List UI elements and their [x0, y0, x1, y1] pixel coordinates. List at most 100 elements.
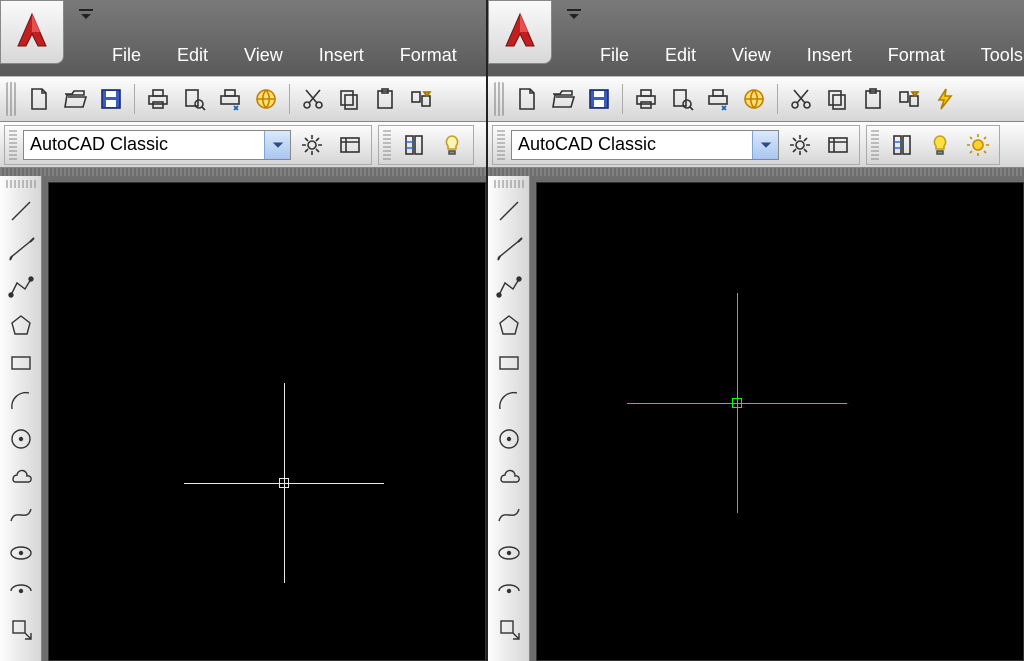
- print-button[interactable]: [141, 82, 175, 116]
- workspace-settings-button[interactable]: [295, 128, 329, 162]
- menu-edit[interactable]: Edit: [159, 39, 226, 72]
- cut-button[interactable]: [784, 82, 818, 116]
- line-tool[interactable]: [2, 192, 40, 230]
- workspace-dropdown-button[interactable]: [752, 131, 778, 159]
- polyline-tool[interactable]: [490, 268, 528, 306]
- publish-button[interactable]: [213, 82, 247, 116]
- action-macro-button[interactable]: [928, 82, 962, 116]
- tool-palette-button[interactable]: [885, 128, 919, 162]
- chevron-down-icon: [565, 8, 583, 20]
- drawing-canvas-left[interactable]: [48, 182, 486, 661]
- workspace-dropdown-button[interactable]: [264, 131, 290, 159]
- paste-button[interactable]: [368, 82, 402, 116]
- toolbar-grip[interactable]: [494, 180, 524, 188]
- workspace-combo[interactable]: AutoCAD Classic: [23, 130, 291, 160]
- new-button[interactable]: [510, 82, 544, 116]
- polyline-icon: [495, 273, 523, 301]
- workspace-icon-button[interactable]: [333, 128, 367, 162]
- workspace-icon-button[interactable]: [821, 128, 855, 162]
- rectangle-tool[interactable]: [2, 344, 40, 382]
- print-button[interactable]: [629, 82, 663, 116]
- sun-icon: [965, 132, 991, 158]
- menu-view[interactable]: View: [714, 39, 789, 72]
- quick-access-dropdown[interactable]: [74, 4, 98, 24]
- menu-insert[interactable]: Insert: [301, 39, 382, 72]
- lightbulb-button[interactable]: [435, 128, 469, 162]
- line-tool[interactable]: [490, 192, 528, 230]
- save-button[interactable]: [582, 82, 616, 116]
- menu-insert[interactable]: Insert: [789, 39, 870, 72]
- print-preview-button[interactable]: [665, 82, 699, 116]
- drawing-canvas-right[interactable]: [536, 182, 1024, 661]
- 3d-globe-button[interactable]: [249, 82, 283, 116]
- circle-tool[interactable]: [2, 420, 40, 458]
- circle-tool[interactable]: [490, 420, 528, 458]
- revision-cloud-tool[interactable]: [2, 458, 40, 496]
- toolbar-grip[interactable]: [6, 180, 36, 188]
- menu-tools-truncated[interactable]: To: [475, 39, 488, 72]
- menu-format[interactable]: Format: [382, 39, 475, 72]
- print-preview-button[interactable]: [177, 82, 211, 116]
- app-menu-button[interactable]: [0, 0, 64, 64]
- menu-file[interactable]: File: [582, 39, 647, 72]
- arc-tool[interactable]: [2, 382, 40, 420]
- insert-block-tool[interactable]: [490, 610, 528, 648]
- menu-file[interactable]: File: [94, 39, 159, 72]
- sun-button[interactable]: [961, 128, 995, 162]
- polygon-tool[interactable]: [490, 306, 528, 344]
- save-icon: [586, 86, 612, 112]
- ellipse-tool[interactable]: [490, 534, 528, 572]
- spline-tool[interactable]: [490, 496, 528, 534]
- open-button[interactable]: [546, 82, 580, 116]
- toolbar-grip[interactable]: [6, 82, 16, 116]
- menu-format[interactable]: Format: [870, 39, 963, 72]
- panel-grip[interactable]: [9, 130, 17, 160]
- tool-palette-button[interactable]: [397, 128, 431, 162]
- polyline-tool[interactable]: [2, 268, 40, 306]
- paste-button[interactable]: [856, 82, 890, 116]
- rectangle-tool[interactable]: [490, 344, 528, 382]
- menu-edit[interactable]: Edit: [647, 39, 714, 72]
- 3d-globe-button[interactable]: [737, 82, 771, 116]
- match-props-button[interactable]: [404, 82, 438, 116]
- arc-tool[interactable]: [490, 382, 528, 420]
- lightbulb-on-button[interactable]: [923, 128, 957, 162]
- print-preview-icon: [181, 86, 207, 112]
- print-preview-icon: [669, 86, 695, 112]
- quick-access-dropdown[interactable]: [562, 4, 586, 24]
- ellipse-arc-tool[interactable]: [490, 572, 528, 610]
- workspace-settings-button[interactable]: [783, 128, 817, 162]
- copy-button[interactable]: [332, 82, 366, 116]
- rectangle-icon: [495, 349, 523, 377]
- copy-button[interactable]: [820, 82, 854, 116]
- publish-icon: [705, 86, 731, 112]
- ellipse-arc-tool[interactable]: [2, 572, 40, 610]
- workspace-panel: AutoCAD Classic: [492, 125, 860, 165]
- ellipse-tool[interactable]: [2, 534, 40, 572]
- spline-tool[interactable]: [2, 496, 40, 534]
- menu-view[interactable]: View: [226, 39, 301, 72]
- panel-grip[interactable]: [497, 130, 505, 160]
- panel-grip[interactable]: [383, 130, 391, 160]
- panel-grip[interactable]: [871, 130, 879, 160]
- autocad-logo-icon: [498, 10, 542, 54]
- cut-button[interactable]: [296, 82, 330, 116]
- construction-line-icon: [495, 235, 523, 263]
- publish-button[interactable]: [701, 82, 735, 116]
- app-menu-button[interactable]: [488, 0, 552, 64]
- construction-line-tool[interactable]: [2, 230, 40, 268]
- workspace-combo[interactable]: AutoCAD Classic: [511, 130, 779, 160]
- polygon-tool[interactable]: [2, 306, 40, 344]
- new-button[interactable]: [22, 82, 56, 116]
- dock-grip[interactable]: [0, 168, 486, 176]
- save-button[interactable]: [94, 82, 128, 116]
- insert-block-tool[interactable]: [2, 610, 40, 648]
- match-props-button[interactable]: [892, 82, 926, 116]
- dock-grip[interactable]: [488, 168, 1024, 176]
- revision-cloud-tool[interactable]: [490, 458, 528, 496]
- toolbar-grip[interactable]: [494, 82, 504, 116]
- construction-line-tool[interactable]: [490, 230, 528, 268]
- copy-icon: [824, 86, 850, 112]
- open-button[interactable]: [58, 82, 92, 116]
- menu-tools[interactable]: Tools: [963, 39, 1024, 72]
